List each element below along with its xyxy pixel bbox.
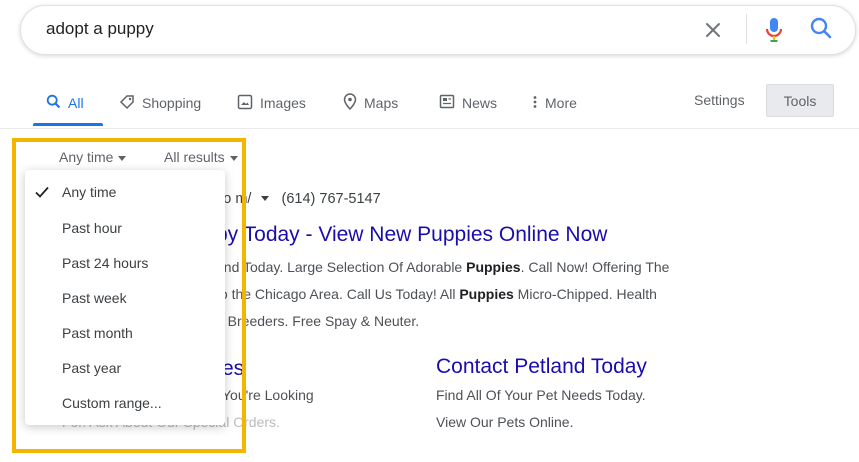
tab-shopping[interactable]: Shopping bbox=[119, 92, 201, 114]
tab-maps[interactable]: Maps bbox=[343, 92, 398, 114]
snippet-text: to the Chicago Area. Call Us Today! All bbox=[216, 286, 460, 302]
tab-label: Images bbox=[260, 95, 306, 111]
tab-label: Shopping bbox=[142, 95, 202, 111]
image-icon bbox=[237, 94, 260, 113]
more-vert-icon bbox=[532, 95, 545, 112]
tab-images[interactable]: Images bbox=[237, 92, 306, 114]
tabs-divider bbox=[0, 128, 859, 129]
tab-label: More bbox=[545, 95, 577, 111]
caret-down-icon[interactable] bbox=[261, 195, 270, 201]
ad-snippet: end Today. Large Selection Of Adorable P… bbox=[216, 254, 776, 335]
snippet-line: d Breeders. Free Spay & Neuter. bbox=[216, 313, 420, 329]
tools-button[interactable]: Tools bbox=[766, 84, 834, 117]
snippet-text: Micro-Chipped. Health bbox=[513, 286, 657, 302]
news-icon bbox=[439, 94, 462, 112]
microphone-icon[interactable] bbox=[760, 14, 788, 44]
snippet-line: You're Looking bbox=[222, 387, 314, 403]
tab-label: Maps bbox=[364, 95, 399, 111]
tab-label: News bbox=[462, 95, 498, 111]
clear-icon[interactable] bbox=[700, 17, 726, 43]
tab-news[interactable]: News bbox=[439, 92, 497, 114]
search-icon[interactable] bbox=[808, 15, 836, 43]
search-icon bbox=[46, 94, 68, 112]
snippet-line: end Today. Large Selection Of Adorable P… bbox=[216, 254, 776, 281]
highlight-frame bbox=[12, 138, 246, 453]
snippet-text: end Today. Large Selection Of Adorable bbox=[216, 259, 467, 275]
active-tab-indicator bbox=[33, 123, 103, 126]
snippet-line: to the Chicago Area. Call Us Today! All … bbox=[216, 281, 776, 308]
sitelink-left-snippet: You're Looking bbox=[222, 382, 422, 409]
snippet-line: Find All Of Your Pet Needs Today. bbox=[436, 387, 646, 403]
tab-label: All bbox=[68, 95, 84, 111]
sitelink-right-snippet: Find All Of Your Pet Needs Today. View O… bbox=[436, 382, 756, 436]
snippet-bold: Puppies bbox=[459, 286, 514, 302]
tag-icon bbox=[119, 94, 142, 113]
search-divider bbox=[746, 14, 747, 44]
settings-link[interactable]: Settings bbox=[694, 92, 745, 108]
ad-phone[interactable]: (614) 767-5147 bbox=[282, 191, 381, 207]
tab-all[interactable]: All bbox=[46, 92, 84, 114]
snippet-line: View Our Pets Online. bbox=[436, 414, 574, 430]
tab-more[interactable]: More bbox=[532, 92, 577, 114]
ad-title[interactable]: py Today - View New Puppies Online Now bbox=[216, 223, 607, 247]
sitelink-right-title[interactable]: Contact Petland Today bbox=[436, 355, 647, 379]
snippet-bold: Puppies bbox=[466, 259, 521, 275]
map-pin-icon bbox=[343, 93, 364, 113]
search-input[interactable]: adopt a puppy bbox=[46, 19, 154, 39]
snippet-text: . Call Now! Offering The bbox=[520, 259, 670, 275]
